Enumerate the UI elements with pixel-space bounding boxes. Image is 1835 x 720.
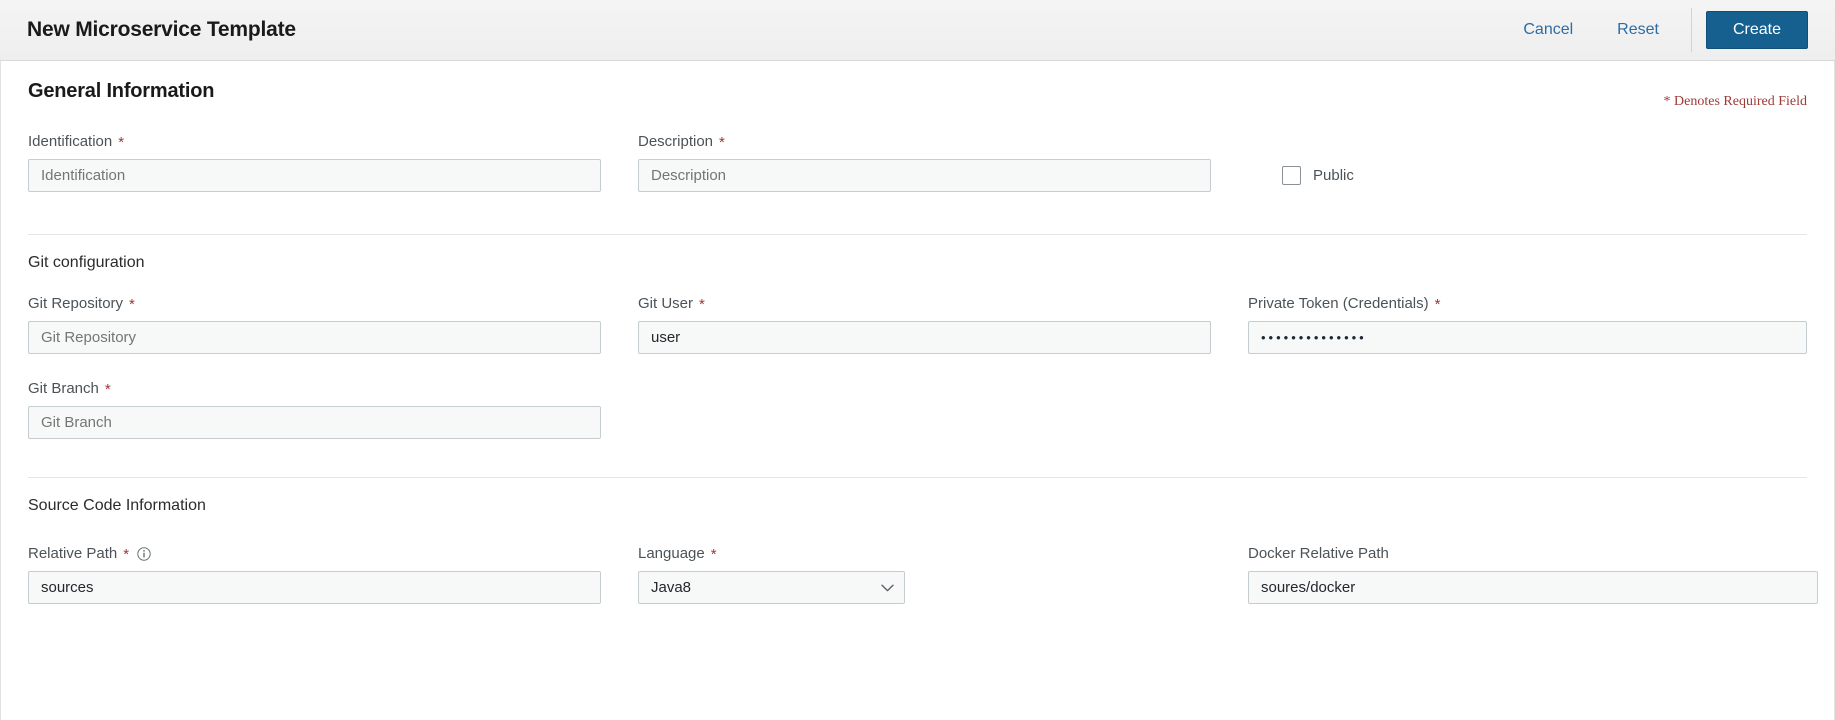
git-branch-row: Git Branch *	[28, 380, 1807, 443]
git-repository-label: Git Repository *	[28, 295, 638, 313]
required-star: *	[710, 545, 717, 563]
required-star: *	[123, 545, 130, 563]
relative-path-field-group: Relative Path *	[28, 545, 638, 608]
git-branch-field-group: Git Branch *	[28, 380, 638, 443]
required-star: *	[104, 380, 111, 398]
git-repository-field: Git Repository *	[28, 295, 638, 354]
public-checkbox-row[interactable]: Public	[1282, 159, 1807, 192]
public-checkbox[interactable]	[1282, 166, 1301, 185]
required-star: *	[118, 133, 125, 151]
section-title-source: Source Code Information	[28, 497, 206, 514]
description-input[interactable]	[638, 159, 1211, 192]
public-field-group: Public	[1248, 133, 1807, 192]
language-field-group: Language * Java8	[638, 545, 1248, 608]
new-microservice-template-page: New Microservice Template Cancel Reset C…	[0, 0, 1835, 720]
description-field: Description *	[638, 133, 1248, 192]
private-token-input[interactable]: ••••••••••••••	[1248, 321, 1807, 354]
language-selected-value: Java8	[651, 579, 692, 596]
required-star: *	[719, 133, 725, 151]
docker-relative-path-field: Docker Relative Path	[1248, 545, 1818, 604]
git-repository-input[interactable]	[28, 321, 601, 354]
source-fields-row: Relative Path * sources Language * Java8…	[28, 545, 1818, 608]
private-token-masked-value: ••••••••••••••	[1261, 330, 1367, 345]
git-branch-label-text: Git Branch	[28, 380, 99, 397]
docker-relative-path-input[interactable]	[1248, 571, 1818, 604]
section-title-git: Git configuration	[28, 254, 145, 271]
git-user-field-group: Git User *	[638, 295, 1248, 358]
private-token-field-group: Private Token (Credentials) * ••••••••••…	[1248, 295, 1807, 358]
general-information-header: General Information * Denotes Required F…	[28, 61, 1807, 110]
form-content: General Information * Denotes Required F…	[0, 61, 1835, 720]
required-star: *	[699, 295, 705, 313]
identification-label: Identification *	[28, 133, 638, 151]
git-user-label-text: Git User	[638, 295, 694, 312]
docker-relative-path-field-group: Docker Relative Path	[1248, 545, 1818, 608]
git-repository-field-group: Git Repository *	[28, 295, 638, 358]
relative-path-label-text: Relative Path	[28, 545, 118, 562]
language-label-text: Language	[638, 545, 705, 562]
info-icon[interactable]	[137, 547, 151, 561]
description-field-group: Description *	[638, 133, 1248, 196]
source-code-information-header: Source Code Information	[28, 478, 1807, 515]
git-configuration-header: Git configuration	[28, 235, 1807, 272]
language-label: Language *	[638, 545, 1248, 563]
description-label-text: Description	[638, 133, 714, 150]
identification-input[interactable]	[28, 159, 601, 192]
general-fields-row: Identification * Description *	[28, 133, 1807, 196]
docker-relative-path-label: Docker Relative Path	[1248, 545, 1818, 563]
private-token-label: Private Token (Credentials) *	[1248, 295, 1807, 313]
required-star: *	[1434, 295, 1441, 313]
docker-relative-path-label-text: Docker Relative Path	[1248, 545, 1389, 562]
language-select[interactable]: Java8	[638, 571, 905, 604]
header-actions: Cancel Reset Create	[1501, 0, 1808, 60]
language-select-wrapper[interactable]: Java8	[638, 571, 905, 604]
section-title-general: General Information	[28, 80, 215, 102]
private-token-label-text: Private Token (Credentials)	[1248, 295, 1429, 312]
public-checkbox-label: Public	[1313, 167, 1354, 184]
private-token-field: Private Token (Credentials) * ••••••••••…	[1248, 295, 1807, 354]
section-general-information: General Information * Denotes Required F…	[28, 61, 1807, 234]
required-star: *	[129, 295, 135, 313]
identification-label-text: Identification	[28, 133, 113, 150]
git-user-field: Git User *	[638, 295, 1248, 354]
section-source-code-information: Source Code Information Relative Path *	[28, 478, 1818, 608]
git-repository-label-text: Git Repository	[28, 295, 124, 312]
git-user-label: Git User *	[638, 295, 1248, 313]
create-button[interactable]: Create	[1705, 11, 1808, 49]
relative-path-label: Relative Path *	[28, 545, 638, 563]
git-fields-row: Git Repository * Git User *	[28, 295, 1807, 358]
git-branch-input[interactable]	[28, 406, 601, 439]
cancel-button[interactable]: Cancel	[1501, 21, 1595, 39]
reset-button[interactable]: Reset	[1595, 21, 1681, 39]
identification-field: Identification *	[28, 133, 638, 192]
header-divider	[1690, 8, 1692, 52]
language-field: Language * Java8	[638, 545, 1248, 604]
description-label: Description *	[638, 133, 1248, 151]
page-header: New Microservice Template Cancel Reset C…	[0, 0, 1835, 61]
page-title: New Microservice Template	[27, 18, 296, 41]
section-git-configuration: Git configuration Git Repository * Git R…	[28, 235, 1807, 477]
relative-path-input[interactable]	[28, 571, 601, 604]
git-branch-label: Git Branch *	[28, 380, 638, 398]
git-user-input[interactable]	[638, 321, 1211, 354]
relative-path-field: Relative Path *	[28, 545, 638, 604]
required-field-note: * Denotes Required Field	[1663, 94, 1807, 109]
identification-field-group: Identification *	[28, 133, 638, 196]
git-branch-field: Git Branch *	[28, 380, 638, 439]
